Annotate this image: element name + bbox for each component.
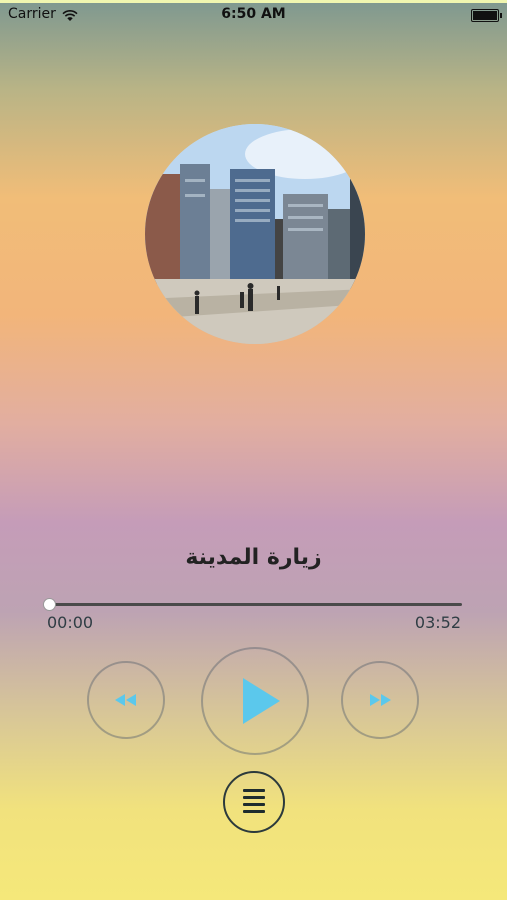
rewind-icon xyxy=(115,694,136,706)
fast-forward-button[interactable] xyxy=(341,661,419,739)
fast-forward-icon xyxy=(370,694,391,706)
rewind-button[interactable] xyxy=(87,661,165,739)
status-bar: Carrier 6:50 AM xyxy=(0,4,507,26)
elapsed-time: 00:00 xyxy=(47,613,94,632)
status-time: 6:50 AM xyxy=(221,6,286,22)
battery-icon xyxy=(471,9,502,22)
playlist-menu-button[interactable] xyxy=(223,771,285,833)
song-title: زيارة المدينة xyxy=(185,545,322,570)
total-duration: 03:52 xyxy=(414,613,461,632)
progress-thumb[interactable] xyxy=(43,598,56,611)
album-artwork xyxy=(145,124,365,344)
top-accent-line xyxy=(0,0,507,3)
progress-slider[interactable] xyxy=(43,598,462,611)
play-icon xyxy=(243,678,280,724)
play-button[interactable] xyxy=(201,647,309,755)
